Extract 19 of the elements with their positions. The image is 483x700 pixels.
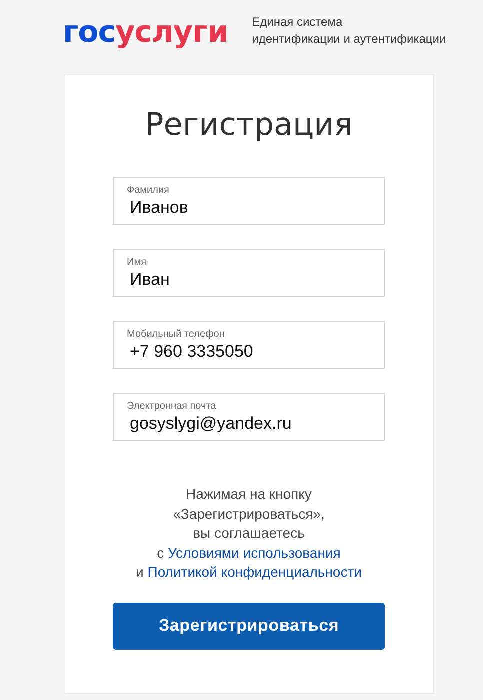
field-value: Иванов bbox=[130, 197, 190, 219]
field-label: Мобильный телефон bbox=[127, 329, 226, 341]
input-field[interactable]: Мобильный телефон +7 960 3335050 bbox=[113, 321, 385, 369]
field-label: Электронная почта bbox=[127, 401, 218, 413]
privacy-link[interactable]: Политикой конфиденциальности bbox=[148, 564, 362, 580]
field-label: Имя bbox=[127, 257, 148, 269]
input-field[interactable]: Электронная почта gosyslygi@yandex.ru bbox=[113, 393, 385, 441]
input-field[interactable]: Имя Иван bbox=[113, 249, 385, 297]
form-title: Регистрация bbox=[145, 107, 353, 143]
field-value: +7 960 3335050 bbox=[130, 341, 254, 363]
tagline: Единая система идентификации и аутентификации bbox=[252, 14, 446, 48]
input-field[interactable]: Фамилия Иванов bbox=[113, 177, 385, 225]
field-label: Фамилия bbox=[127, 185, 170, 197]
logo[interactable]: госуслуги bbox=[63, 18, 228, 48]
terms-link[interactable]: Условиями использования bbox=[168, 544, 341, 560]
register-button[interactable]: Зарегистрироваться bbox=[113, 602, 385, 650]
field-value: Иван bbox=[130, 269, 171, 291]
agreement-text: Нажимая на кнопку «Зарегистрироваться», вы соглашаетесь с Условиями использования и Политикой конфиденциальности bbox=[136, 485, 362, 582]
field-value: gosyslygi@yandex.ru bbox=[130, 413, 293, 435]
